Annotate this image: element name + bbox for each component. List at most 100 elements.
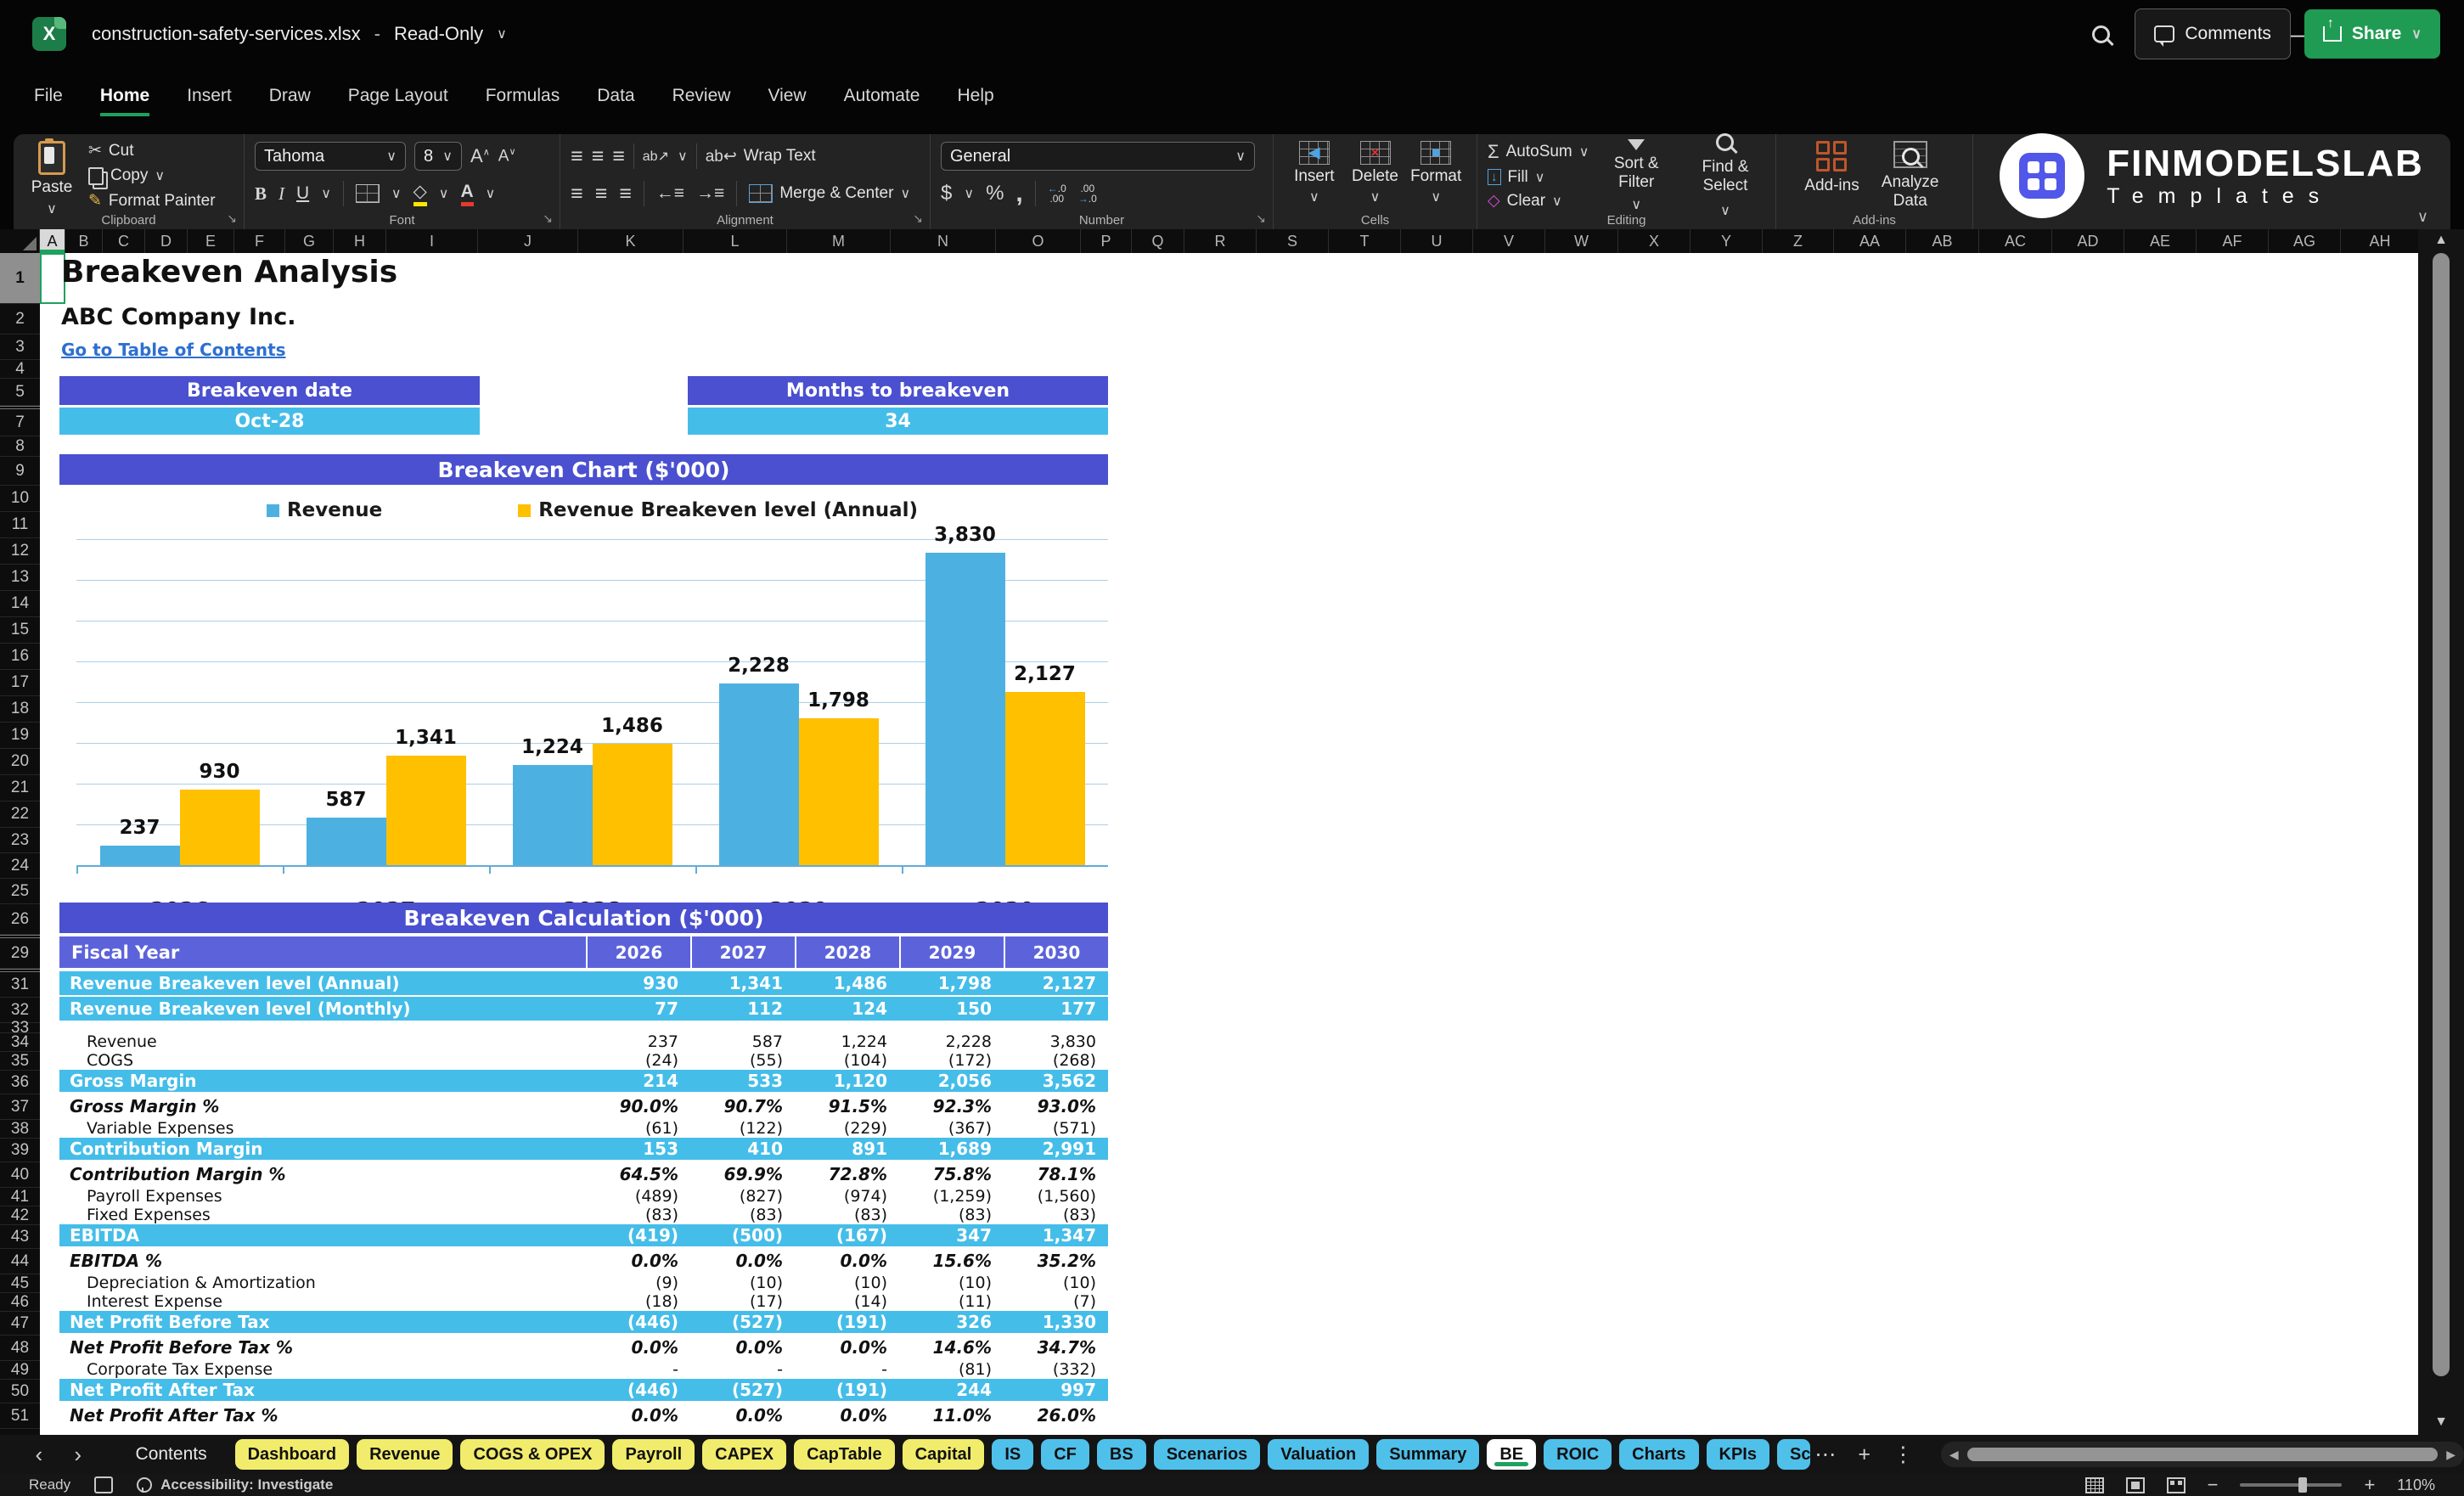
underline-button[interactable]: U: [296, 183, 309, 204]
calc-banner[interactable]: Breakeven Calculation ($'000): [59, 903, 1108, 933]
page-break-view-icon[interactable]: [2166, 1476, 2186, 1493]
row-number-12[interactable]: 12: [0, 538, 40, 565]
menu-tab-draw[interactable]: Draw: [269, 86, 311, 116]
months-to-breakeven-block[interactable]: Months to breakeven 34: [688, 376, 1108, 435]
row-number-21[interactable]: 21: [0, 775, 40, 801]
row-number-36[interactable]: 36: [0, 1071, 40, 1094]
table-row[interactable]: EBITDA (419) (500) (167) 347 1,347: [59, 1224, 1108, 1248]
column-header-T[interactable]: T: [1329, 229, 1401, 253]
more-sheets-icon[interactable]: ⋯: [1808, 1442, 1842, 1467]
tab-scroll-right-icon[interactable]: ›: [63, 1442, 93, 1468]
cells-insert-button[interactable]: ◀ Insert ∨: [1284, 141, 1345, 211]
zoom-slider[interactable]: [2240, 1477, 2343, 1493]
macro-record-icon[interactable]: [94, 1476, 114, 1493]
sheet-tab-roic[interactable]: ROIC: [1544, 1439, 1612, 1470]
sheet-tab-valuation[interactable]: Valuation: [1268, 1439, 1370, 1470]
sheet-tab-revenue[interactable]: Revenue: [357, 1439, 453, 1470]
alignment-dialog-launcher[interactable]: ↘: [913, 211, 923, 226]
column-header-Z[interactable]: Z: [1763, 229, 1834, 253]
table-of-contents-link[interactable]: Go to Table of Contents: [61, 340, 286, 360]
row-number-33[interactable]: 33: [0, 1019, 40, 1037]
row-number-1[interactable]: 1: [0, 253, 40, 304]
row-number-10[interactable]: 10: [0, 486, 40, 512]
fill-color-icon[interactable]: ◇: [413, 181, 427, 206]
vertical-scrollbar[interactable]: ▲ ▼: [2418, 229, 2464, 1435]
horizontal-scrollbar[interactable]: ◀ ▶: [1940, 1442, 2464, 1467]
row-number-7[interactable]: 7: [0, 409, 40, 436]
sheet-tab-payroll[interactable]: Payroll: [612, 1439, 695, 1470]
row-number-20[interactable]: 20: [0, 749, 40, 775]
column-header-G[interactable]: G: [285, 229, 334, 253]
row-number-40[interactable]: 40: [0, 1162, 40, 1188]
page-layout-view-icon[interactable]: [2125, 1476, 2145, 1493]
column-header-AC[interactable]: AC: [1979, 229, 2052, 253]
paste-button[interactable]: Paste ∨: [24, 138, 80, 217]
row-number-4[interactable]: 4: [0, 360, 40, 379]
row-number-41[interactable]: 41: [0, 1188, 40, 1206]
table-row[interactable]: Payroll Expenses (489) (827) (974) (1,259) (1…: [59, 1187, 1108, 1206]
vertical-scroll-thumb[interactable]: [2433, 253, 2450, 1377]
sheet-tab-contents[interactable]: Contents: [102, 1439, 228, 1470]
row-number-22[interactable]: 22: [0, 801, 40, 828]
menu-tab-file[interactable]: File: [34, 86, 63, 116]
row-number-11[interactable]: 11: [0, 512, 40, 538]
table-row[interactable]: Revenue Breakeven level (Annual) 930 1,341…: [59, 971, 1108, 997]
menu-tab-insert[interactable]: Insert: [187, 86, 232, 116]
menu-tab-page-layout[interactable]: Page Layout: [348, 86, 448, 116]
format-painter-button[interactable]: ✎ Format Painter: [88, 191, 216, 211]
menu-tab-formulas[interactable]: Formulas: [486, 86, 560, 116]
column-header-Q[interactable]: Q: [1132, 229, 1184, 253]
chevron-down-icon[interactable]: ∨: [497, 25, 507, 42]
sort-filter-button[interactable]: Sort & Filter ∨: [1600, 138, 1671, 213]
font-color-icon[interactable]: A: [460, 182, 474, 206]
column-header-AD[interactable]: AD: [2052, 229, 2124, 253]
decrease-decimal-icon[interactable]: .00 →.0: [1078, 183, 1097, 204]
row-number-2[interactable]: 2: [0, 304, 40, 335]
company-name[interactable]: ABC Company Inc.: [61, 304, 296, 330]
increase-decimal-icon[interactable]: ←.0.00: [1048, 183, 1066, 204]
row-number-49[interactable]: 49: [0, 1361, 40, 1380]
row-number-8[interactable]: 8: [0, 436, 40, 457]
menu-tab-home[interactable]: Home: [99, 86, 150, 116]
row-number-23[interactable]: 23: [0, 828, 40, 853]
row-number-35[interactable]: 35: [0, 1052, 40, 1071]
row-number-19[interactable]: 19: [0, 723, 40, 749]
scroll-left-icon[interactable]: ◀: [1949, 1448, 1959, 1462]
table-row[interactable]: Gross Margin % 90.0% 90.7% 91.5% 92.3% 93.0%: [59, 1094, 1108, 1119]
align-top-icon[interactable]: ≡: [571, 146, 583, 167]
sheet-tab-captable[interactable]: CapTable: [794, 1439, 895, 1470]
column-header-J[interactable]: J: [478, 229, 578, 253]
sheet-tab-bs[interactable]: BS: [1096, 1439, 1146, 1470]
align-right-icon[interactable]: ≡: [619, 183, 632, 205]
row-number-43[interactable]: 43: [0, 1225, 40, 1249]
row-number-29[interactable]: 29: [0, 938, 40, 969]
zoom-slider-thumb[interactable]: [2298, 1477, 2307, 1493]
decrease-font-icon[interactable]: A∨: [498, 146, 516, 166]
sheet-tab-dashboard[interactable]: Dashboard: [234, 1439, 350, 1470]
column-header-AH[interactable]: AH: [2341, 229, 2420, 253]
find-select-button[interactable]: Find & Select ∨: [1685, 132, 1765, 219]
font-name-select[interactable]: Tahoma ∨: [255, 142, 406, 171]
italic-button[interactable]: I: [278, 183, 284, 205]
font-size-select[interactable]: 8 ∨: [414, 142, 462, 171]
fill-button[interactable]: ↓ Fill ∨: [1488, 168, 1589, 187]
table-row[interactable]: Net Profit Before Tax % 0.0% 0.0% 0.0% 14.6%…: [59, 1335, 1108, 1360]
column-header-L[interactable]: L: [684, 229, 787, 253]
row-number-9[interactable]: 9: [0, 457, 40, 486]
font-dialog-launcher[interactable]: ↘: [543, 211, 553, 226]
row-number-3[interactable]: 3: [0, 335, 40, 360]
row-number-25[interactable]: 25: [0, 879, 40, 904]
table-row[interactable]: Revenue 237 587 1,224 2,228 3,830: [59, 1032, 1108, 1051]
column-header-V[interactable]: V: [1473, 229, 1545, 253]
row-number-24[interactable]: 24: [0, 853, 40, 879]
table-row[interactable]: [59, 1022, 1108, 1032]
new-sheet-button[interactable]: +: [1851, 1443, 1877, 1467]
row-number-48[interactable]: 48: [0, 1336, 40, 1361]
column-header-F[interactable]: F: [234, 229, 285, 253]
scroll-down-icon[interactable]: ▼: [2434, 1414, 2448, 1431]
row-number-39[interactable]: 39: [0, 1139, 40, 1162]
table-row[interactable]: Contribution Margin % 64.5% 69.9% 72.8% 75.8…: [59, 1161, 1108, 1187]
row-number-18[interactable]: 18: [0, 696, 40, 723]
column-header-AA[interactable]: AA: [1834, 229, 1906, 253]
sheet-tab-scenarios[interactable]: Scenarios: [1153, 1439, 1261, 1470]
